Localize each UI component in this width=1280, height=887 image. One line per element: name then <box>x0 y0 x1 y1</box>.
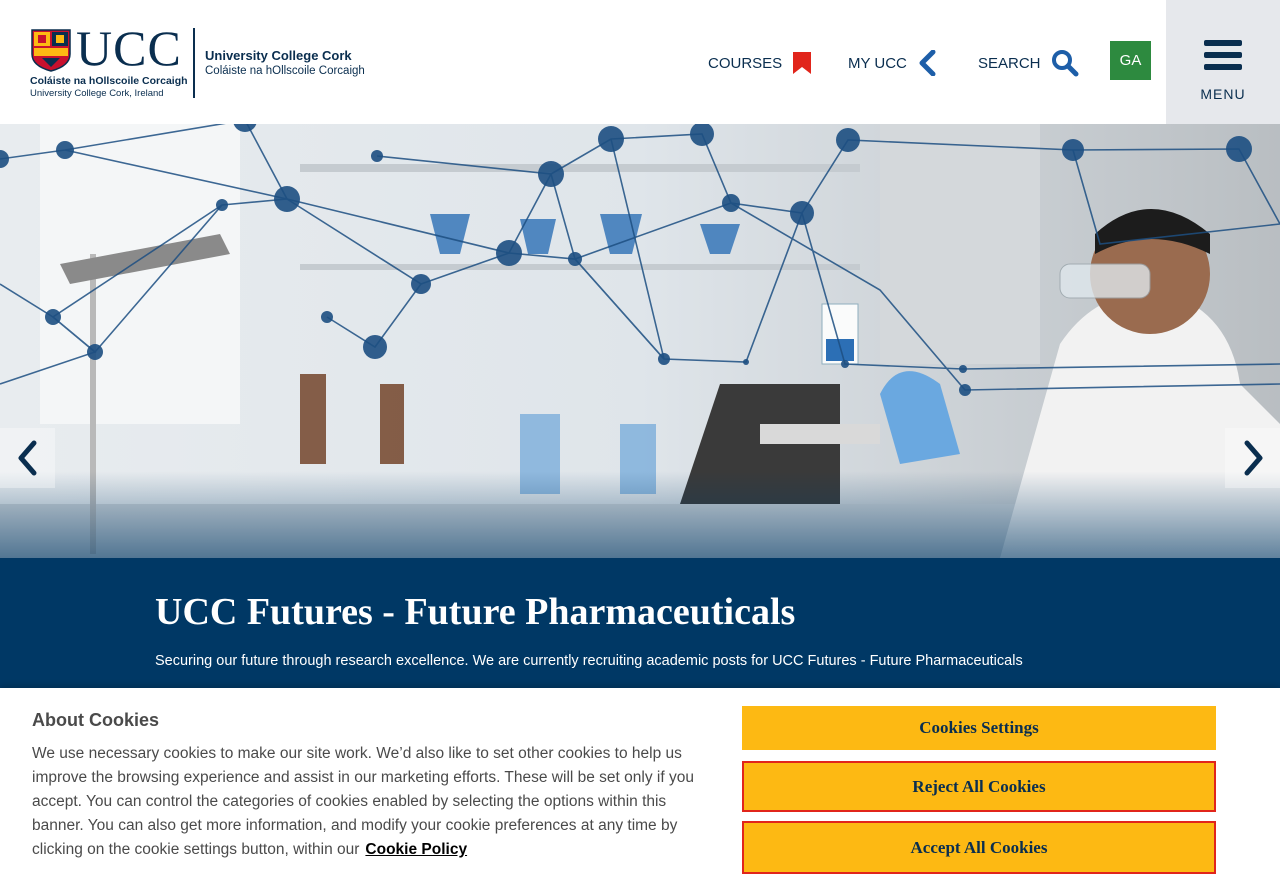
logo-wordmark: UCC <box>76 20 182 76</box>
chevron-right-icon <box>1244 440 1262 476</box>
menu-label: MENU <box>1200 86 1246 102</box>
reject-all-cookies-button[interactable]: Reject All Cookies <box>742 761 1216 812</box>
my-ucc-link[interactable]: MY UCC <box>848 50 937 76</box>
cookie-banner-text: We use necessary cookies to make our sit… <box>32 742 712 862</box>
chevron-left-icon <box>18 440 36 476</box>
crest-icon <box>31 29 71 72</box>
logo-english-line: University College Cork, Ireland <box>30 88 164 99</box>
hamburger-icon <box>1204 40 1242 70</box>
hero-image <box>0 124 1280 558</box>
cookies-settings-button[interactable]: Cookies Settings <box>742 706 1216 750</box>
ucc-logo[interactable]: UCC Coláiste na hOllscoile Corcaigh Univ… <box>30 22 188 100</box>
irish-language-button[interactable]: GA <box>1110 41 1151 80</box>
menu-button[interactable]: MENU <box>1166 0 1280 124</box>
search-icon <box>1051 50 1079 77</box>
cookie-policy-link[interactable]: Cookie Policy <box>365 841 467 858</box>
bookmark-icon <box>793 52 812 74</box>
logo-divider <box>193 28 195 98</box>
lab-scene-illustration <box>0 124 1280 558</box>
accept-all-cookies-button[interactable]: Accept All Cookies <box>742 821 1216 874</box>
site-header: UCC Coláiste na hOllscoile Corcaigh Univ… <box>0 0 1280 124</box>
courses-link[interactable]: COURSES <box>708 50 812 76</box>
cookie-banner: About Cookies We use necessary cookies t… <box>0 688 1280 887</box>
courses-label: COURSES <box>708 54 783 72</box>
logo-irish-line: Coláiste na hOllscoile Corcaigh <box>30 75 188 87</box>
cookie-description: We use necessary cookies to make our sit… <box>32 745 694 858</box>
page-title: UCC Futures - Future Pharmaceuticals <box>155 591 796 633</box>
university-name: University College Cork <box>205 48 352 63</box>
slider-next-button[interactable] <box>1225 428 1280 488</box>
search-label: SEARCH <box>978 54 1041 72</box>
page-subtitle: Securing our future through research exc… <box>155 653 1023 669</box>
university-irish-name: Coláiste na hOllscoile Corcaigh <box>205 65 365 77</box>
cookie-banner-title: About Cookies <box>32 710 160 730</box>
slider-prev-button[interactable] <box>0 428 55 488</box>
search-link[interactable]: SEARCH <box>978 50 1079 77</box>
chevron-left-icon <box>919 50 936 76</box>
my-ucc-label: MY UCC <box>848 54 907 72</box>
